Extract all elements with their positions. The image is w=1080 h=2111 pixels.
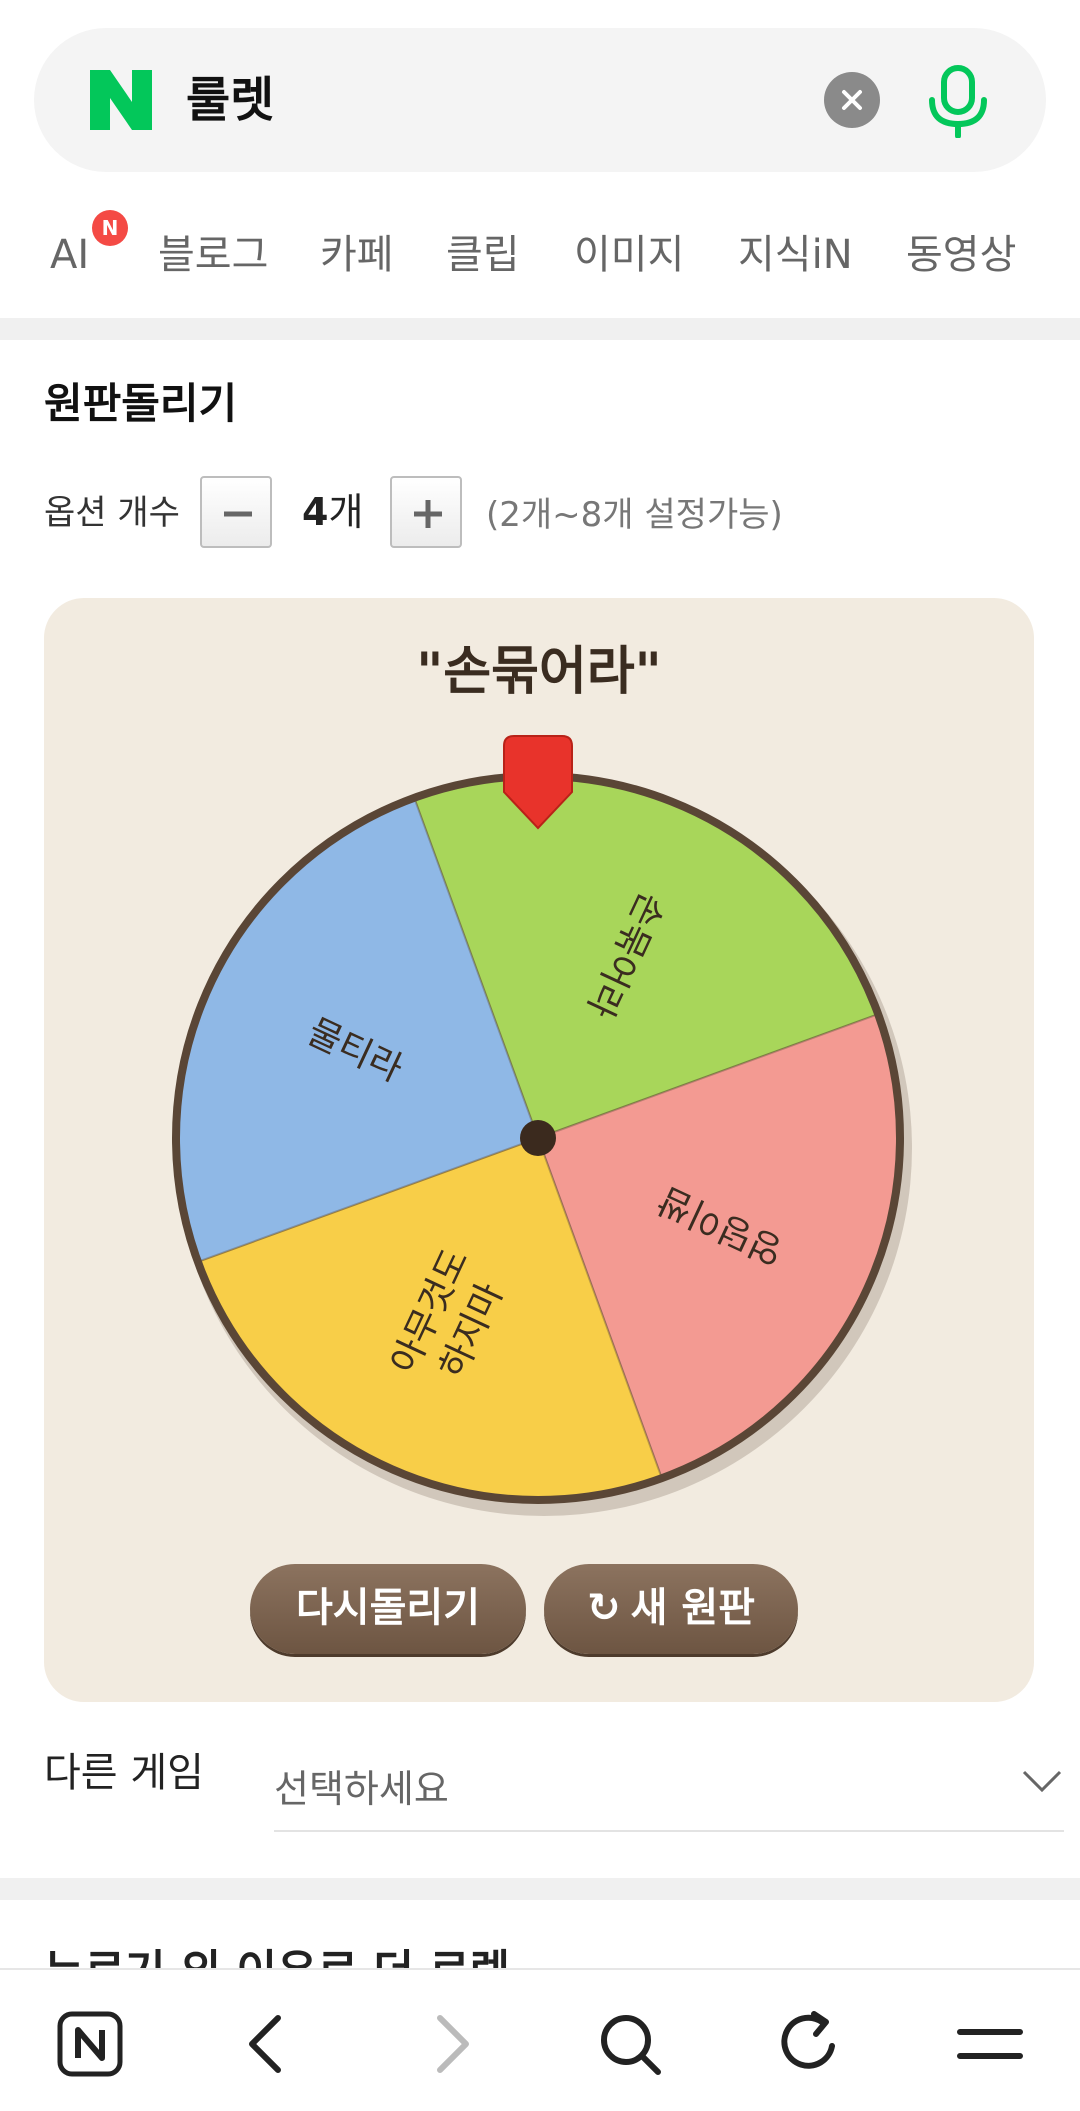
close-icon <box>842 90 862 110</box>
spin-again-button[interactable]: 다시돌리기 <box>250 1564 526 1654</box>
roulette-card: "손묶어라" 손묶어라 엉덩이쌈 아무것도 하지마 물티라 다시돌리기 ↻ 새 원판 <box>44 598 1034 1702</box>
search-icon[interactable] <box>594 2008 666 2080</box>
search-query[interactable]: 룰렛 <box>186 68 274 132</box>
next-section-heading: 누르기 외 이유로 더 로렛 <box>44 1948 604 1968</box>
section-divider <box>0 318 1080 340</box>
select-placeholder: 선택하세요 <box>274 1767 449 1811</box>
option-count-label: 옵션 개수 <box>44 493 180 533</box>
chevron-down-icon <box>1022 1770 1062 1793</box>
tab-ai[interactable]: AI <box>50 230 89 280</box>
plus-icon <box>414 500 442 528</box>
refresh-icon[interactable] <box>774 2008 846 2080</box>
refresh-icon: ↻ <box>587 1585 621 1631</box>
mic-icon[interactable] <box>924 64 992 138</box>
naver-logo <box>90 70 152 130</box>
other-game-label: 다른 게임 <box>44 1750 204 1796</box>
bottom-navigation <box>0 1968 1080 2111</box>
increase-button[interactable] <box>390 476 462 548</box>
section-divider <box>0 1878 1080 1900</box>
option-count: 4개 <box>302 488 363 536</box>
roulette-wheel[interactable]: 손묶어라엉덩이쌈아무것도하지마물티라 <box>44 598 1034 1702</box>
tab-label: AI <box>50 232 90 278</box>
tab-image[interactable]: 이미지 <box>574 230 684 280</box>
option-count-unit: 개 <box>328 490 364 534</box>
option-range-hint: (2개~8개 설정가능) <box>486 495 783 535</box>
tab-clip[interactable]: 클립 <box>446 230 520 280</box>
wheel-hub <box>520 1120 556 1156</box>
minus-icon <box>224 511 252 517</box>
other-game-select[interactable]: 선택하세요 <box>274 1752 1064 1832</box>
spin-again-label: 다시돌리기 <box>296 1585 480 1631</box>
new-badge: N <box>92 210 128 246</box>
back-icon[interactable] <box>232 2008 304 2080</box>
clear-search-button[interactable] <box>824 72 880 128</box>
forward-icon[interactable] <box>414 2008 486 2080</box>
tab-blog[interactable]: 블로그 <box>158 230 268 280</box>
search-tabs: AI N 블로그 카페 클립 이미지 지식iN 동영상 <box>0 210 1080 310</box>
menu-icon[interactable] <box>954 2008 1026 2080</box>
option-count-value: 4 <box>302 490 329 534</box>
tab-video[interactable]: 동영상 <box>906 230 1016 280</box>
search-bar[interactable]: 룰렛 <box>34 28 1046 172</box>
tab-cafe[interactable]: 카페 <box>320 230 394 280</box>
section-title: 원판돌리기 <box>44 379 238 428</box>
tab-knowledge-in[interactable]: 지식iN <box>738 230 853 280</box>
new-wheel-button[interactable]: ↻ 새 원판 <box>544 1564 798 1654</box>
new-wheel-label: 새 원판 <box>630 1585 755 1631</box>
next-section-heading-text: 누르기 외 이유로 더 로렛 <box>44 1948 604 1968</box>
decrease-button[interactable] <box>200 476 272 548</box>
naver-home-icon[interactable] <box>54 2008 126 2080</box>
